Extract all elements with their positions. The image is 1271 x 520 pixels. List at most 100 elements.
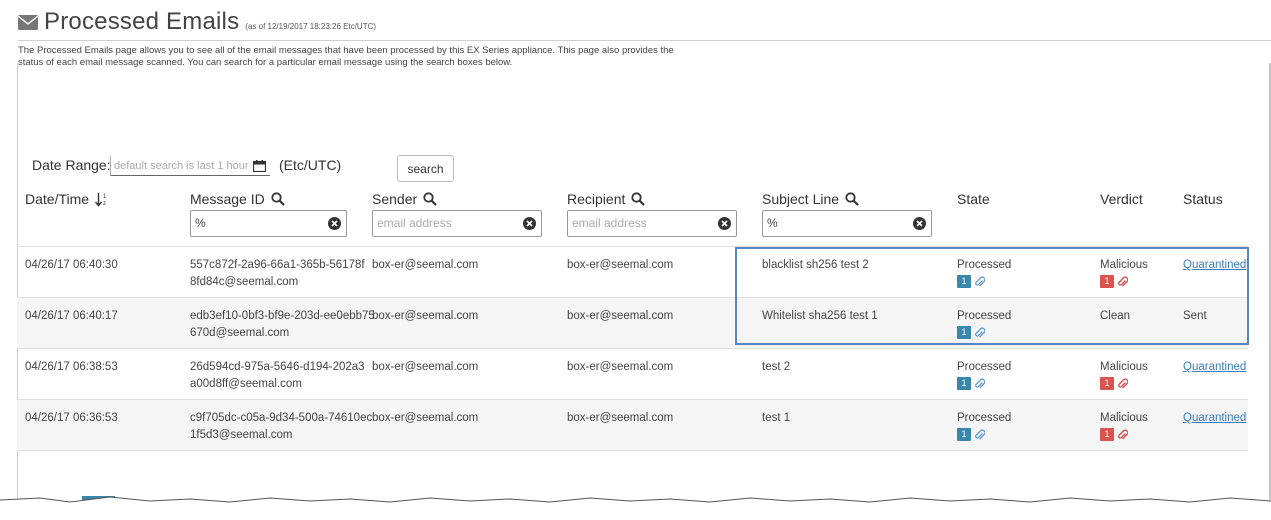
recipient-cell: box-er@seemal.com [567, 412, 674, 424]
date-range-input[interactable]: default search is last 1 hour [110, 156, 270, 176]
column-header-recipient: Recipient [567, 191, 646, 207]
search-icon[interactable] [631, 192, 646, 206]
malicious-attachment-badge[interactable]: 1 [1100, 428, 1114, 442]
sender-filter-input[interactable]: email address [372, 210, 542, 237]
filter-placeholder: email address [572, 216, 647, 230]
status-cell: Sent [1183, 310, 1207, 322]
state-label: Processed [957, 310, 1012, 322]
sender-cell: box-er@seemal.com [372, 361, 479, 373]
state-cell: Processed 1 [957, 308, 1011, 342]
attachment-count-badge[interactable]: 1 [957, 275, 971, 289]
message-id-line: 8fd84c@seemal.com [190, 276, 299, 288]
malicious-attachment-badge[interactable]: 1 [1100, 377, 1114, 391]
subject-filter-input[interactable]: % [762, 210, 932, 237]
recipient-cell: box-er@seemal.com [567, 361, 674, 373]
table-row[interactable]: 04/26/17 06:36:53 c9f705dc-c05a-9d34-500… [17, 399, 1248, 450]
paperclip-icon[interactable] [1117, 428, 1129, 441]
search-icon[interactable] [845, 192, 859, 206]
paperclip-icon[interactable] [974, 326, 986, 339]
column-header-datetime[interactable]: Date/Time 1 z [25, 191, 109, 207]
table-bottom-border [17, 450, 1248, 451]
column-header-sender: Sender [372, 191, 437, 207]
filter-placeholder: email address [377, 216, 452, 230]
state-cell: Processed 1 [957, 359, 1011, 393]
search-icon[interactable] [423, 192, 437, 206]
sender-cell: box-er@seemal.com [372, 259, 479, 271]
message-id-cell: 26d594cd-975a-5646-d194-202a3 a00d8ff@se… [190, 359, 365, 393]
state-label: Processed [957, 361, 1012, 373]
paperclip-icon[interactable] [974, 377, 986, 390]
attachment-count-badge[interactable]: 1 [957, 377, 971, 391]
table-row[interactable]: 04/26/17 06:40:30 557c872f-2a96-66a1-365… [17, 246, 1248, 297]
table-row[interactable]: 04/26/17 06:40:17 edb3ef10-0bf3-bf9e-203… [17, 297, 1248, 348]
paperclip-icon[interactable] [1117, 377, 1129, 390]
column-label: State [957, 191, 990, 207]
table-row[interactable]: 04/26/17 06:38:53 26d594cd-975a-5646-d19… [17, 348, 1248, 399]
recipient-filter-input[interactable]: email address [567, 210, 737, 237]
page-description: The Processed Emails page allows you to … [18, 45, 674, 68]
paperclip-icon[interactable] [1117, 275, 1129, 288]
page-header: Processed Emails (as of 12/19/2017 18:23… [18, 8, 376, 36]
search-icon[interactable] [271, 192, 285, 206]
svg-text:z: z [103, 201, 106, 207]
clear-icon[interactable] [718, 217, 731, 230]
verdict-label: Malicious [1100, 259, 1148, 271]
header-divider [18, 40, 1271, 41]
sender-cell: box-er@seemal.com [372, 310, 479, 322]
clear-icon[interactable] [523, 217, 536, 230]
paperclip-icon[interactable] [974, 428, 986, 441]
column-label: Message ID [190, 191, 265, 207]
column-label: Date/Time [25, 191, 90, 207]
attachment-count-badge[interactable]: 1 [957, 326, 971, 340]
attachment-count-badge[interactable]: 1 [957, 428, 971, 442]
state-cell: Processed 1 [957, 410, 1011, 444]
column-header-verdict: Verdict [1100, 191, 1143, 207]
timezone-label: (Etc/UTC) [279, 157, 342, 173]
datetime-cell: 04/26/17 06:40:30 [25, 259, 118, 271]
state-cell: Processed 1 [957, 257, 1011, 291]
column-label: Subject Line [762, 191, 840, 207]
subject-cell: blacklist sh256 test 2 [762, 259, 869, 271]
sort-icon[interactable]: 1 z [95, 192, 109, 207]
filter-value: % [195, 216, 206, 230]
subject-cell: Whitelist sha256 test 1 [762, 310, 878, 322]
column-header-state: State [957, 191, 990, 207]
status-link[interactable]: Quarantined [1183, 410, 1246, 427]
message-id-line: 557c872f-2a96-66a1-365b-56178f [190, 259, 365, 271]
date-range-label: Date Range: [32, 157, 111, 173]
status-link[interactable]: Quarantined [1183, 257, 1246, 274]
malicious-attachment-badge[interactable]: 1 [1100, 275, 1114, 289]
state-label: Processed [957, 412, 1012, 424]
clear-icon[interactable] [328, 217, 341, 230]
clear-icon[interactable] [913, 217, 926, 230]
verdict-cell: Malicious 1 [1100, 257, 1148, 291]
torn-edge-decoration [0, 496, 1271, 520]
message-id-filter-input[interactable]: % [190, 210, 347, 237]
message-id-cell: 557c872f-2a96-66a1-365b-56178f 8fd84c@se… [190, 257, 365, 291]
filter-value: % [767, 216, 778, 230]
verdict-label: Malicious [1100, 412, 1148, 424]
column-label: Verdict [1100, 191, 1143, 207]
verdict-cell: Malicious 1 [1100, 359, 1148, 393]
search-button[interactable]: search [397, 155, 454, 182]
datetime-cell: 04/26/17 06:36:53 [25, 412, 118, 424]
verdict-cell: Clean [1100, 310, 1131, 322]
paperclip-icon[interactable] [974, 275, 986, 288]
datetime-cell: 04/26/17 06:38:53 [25, 361, 118, 373]
verdict-label: Malicious [1100, 361, 1148, 373]
verdict-cell: Malicious 1 [1100, 410, 1148, 444]
sender-cell: box-er@seemal.com [372, 412, 479, 424]
calendar-icon[interactable] [253, 160, 266, 172]
message-id-line: 1f5d3@seemal.com [190, 429, 293, 441]
datetime-cell: 04/26/17 06:40:17 [25, 310, 118, 322]
message-id-line: 670d@seemal.com [190, 327, 290, 339]
column-label: Status [1183, 191, 1223, 207]
envelope-icon [18, 15, 38, 30]
message-id-line: edb3ef10-0bf3-bf9e-203d-ee0ebb75 [190, 310, 375, 322]
recipient-cell: box-er@seemal.com [567, 310, 674, 322]
page-title: Processed Emails [44, 8, 240, 35]
column-label: Recipient [567, 191, 626, 207]
status-link[interactable]: Quarantined [1183, 359, 1246, 376]
column-header-message-id: Message ID [190, 191, 285, 207]
subject-cell: test 2 [762, 361, 791, 373]
